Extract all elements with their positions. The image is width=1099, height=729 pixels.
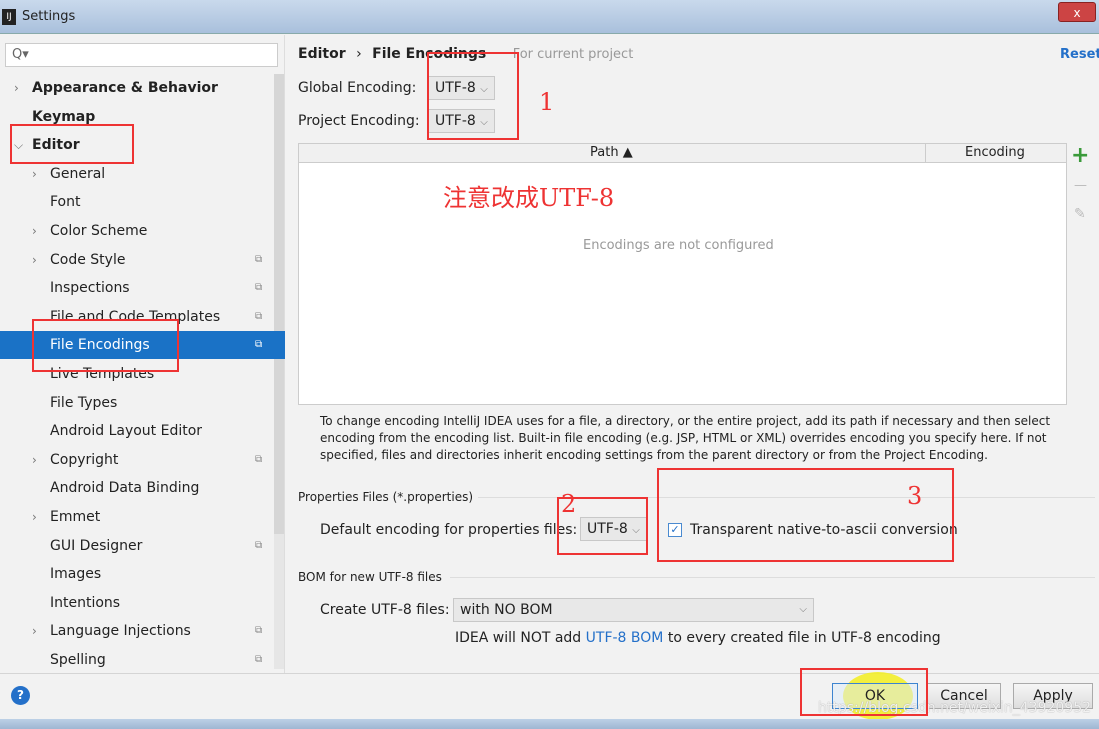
sidebar-item-android-data-binding[interactable]: Android Data Binding — [0, 474, 274, 502]
sidebar-item-label: Color Scheme — [50, 223, 148, 239]
sidebar-item-label: Copyright — [50, 451, 119, 468]
sidebar-item-label: Emmet — [50, 509, 101, 525]
edit-icon[interactable]: ✎ — [1074, 206, 1086, 222]
properties-encoding-label: Default encoding for properties files: — [320, 522, 578, 538]
sidebar-item-gui-designer[interactable]: GUI Designer ⧉ — [0, 532, 274, 560]
annotation-box-file-encodings — [32, 319, 179, 372]
annotation-box-ok — [800, 668, 928, 716]
sidebar-item-code-style[interactable]: › Code Style ⧉ — [0, 246, 274, 274]
search-input[interactable]: Q▾ — [5, 43, 278, 67]
reset-link[interactable]: Reset — [1060, 47, 1099, 62]
annotation-note: 注意改成UTF-8 — [443, 184, 615, 212]
sidebar-item-label: Android Layout Editor — [50, 423, 203, 440]
sidebar-item-android-layout-editor[interactable]: Android Layout Editor — [0, 417, 274, 445]
sidebar-item-images[interactable]: Images — [0, 560, 274, 588]
bom-note-text: to every created file in UTF-8 encoding — [663, 630, 941, 646]
annotation-3: 3 — [907, 482, 923, 510]
annotation-box-1 — [427, 52, 519, 140]
intellij-logo-icon: IJ — [2, 9, 16, 25]
bom-note-text: IDEA will NOT add — [455, 630, 586, 646]
global-encoding-label: Global Encoding: — [298, 80, 417, 96]
sidebar-item-inspections[interactable]: Inspections ⧉ — [0, 274, 274, 302]
sidebar-item-label: Spelling — [50, 652, 106, 668]
properties-section-title: Properties Files (*.properties) — [298, 490, 474, 504]
title-bar — [0, 0, 1099, 34]
project-scope-icon: ⧉ — [255, 654, 263, 665]
sidebar-item-spelling[interactable]: Spelling ⧉ — [0, 646, 274, 674]
breadcrumb-parent[interactable]: Editor — [298, 46, 346, 62]
annotation-1: 1 — [539, 88, 555, 116]
sidebar-item-label: GUI Designer — [50, 537, 143, 554]
chevron-right-icon[interactable]: › — [32, 503, 37, 531]
chevron-right-icon[interactable]: › — [32, 617, 37, 645]
help-button[interactable]: ? — [11, 686, 30, 705]
column-encoding[interactable]: Encoding — [965, 145, 1025, 160]
bom-note: IDEA will NOT add UTF-8 BOM to every cre… — [455, 630, 941, 646]
column-path[interactable]: Path ▲ — [590, 145, 633, 160]
window-bottom-edge — [0, 719, 1099, 729]
window-title: Settings — [22, 9, 76, 24]
divider — [450, 577, 1095, 578]
project-scope-icon: ⧉ — [255, 625, 263, 637]
sidebar-item-label: File Types — [50, 394, 118, 411]
sidebar-item-copyright[interactable]: › Copyright ⧉ — [0, 446, 274, 474]
sidebar-item-intentions[interactable]: Intentions — [0, 589, 274, 617]
sidebar-item-label: Android Data Binding — [50, 480, 200, 497]
chevron-right-icon[interactable]: › — [14, 74, 19, 102]
sidebar-item-emmet[interactable]: › Emmet — [0, 503, 274, 531]
remove-icon[interactable]: — — [1074, 178, 1087, 193]
help-text: To change encoding IntelliJ IDEA uses fo… — [320, 414, 1051, 462]
annotation-box-editor — [10, 124, 134, 164]
close-button[interactable]: x — [1058, 2, 1096, 22]
sidebar-item-label: Code Style — [50, 251, 126, 268]
sidebar-item-font[interactable]: Font — [0, 188, 274, 216]
sidebar-item-file-types[interactable]: File Types — [0, 389, 274, 417]
project-encoding-label: Project Encoding: — [298, 113, 420, 129]
add-icon[interactable]: + — [1071, 143, 1089, 168]
empty-table-text: Encodings are not configured — [583, 238, 774, 253]
sidebar-item-label: Font — [50, 194, 81, 211]
sidebar-item-color-scheme[interactable]: › Color Scheme — [0, 217, 274, 245]
bom-section-title: BOM for new UTF-8 files — [298, 570, 442, 584]
sidebar-item-language-injections[interactable]: › Language Injections ⧉ — [0, 617, 274, 645]
encodings-table[interactable] — [298, 143, 1067, 405]
bom-value: with NO BOM — [460, 602, 553, 618]
chevron-down-icon: ⌵ — [799, 604, 807, 615]
project-scope-icon: ⧉ — [255, 453, 263, 465]
project-scope-icon: ⧉ — [255, 310, 263, 322]
chevron-right-icon[interactable]: › — [32, 246, 37, 274]
utf8-bom-link[interactable]: UTF-8 BOM — [586, 630, 664, 646]
sidebar-item-appearance-behavior[interactable]: › Appearance & Behavior — [0, 74, 274, 102]
annotation-2: 2 — [561, 490, 577, 518]
breadcrumb-separator: › — [356, 46, 362, 62]
sidebar-item-label: Inspections — [50, 280, 130, 297]
sidebar-item-label: Images — [50, 566, 102, 583]
project-scope-icon: ⧉ — [255, 539, 263, 551]
chevron-right-icon[interactable]: › — [32, 446, 37, 474]
scrollbar-thumb[interactable] — [274, 74, 284, 534]
divider — [0, 673, 1099, 674]
sidebar-item-label: Intentions — [50, 594, 121, 611]
project-scope-icon: ⧉ — [255, 282, 263, 294]
sidebar-item-label: Appearance & Behavior — [32, 80, 218, 96]
sidebar-item-label: Language Injections — [50, 623, 191, 640]
bom-dropdown[interactable]: with NO BOM ⌵ — [453, 598, 814, 622]
table-header — [298, 143, 1067, 163]
column-divider — [925, 143, 926, 163]
scope-note: For current project — [512, 47, 634, 62]
bom-label: Create UTF-8 files: — [320, 602, 450, 618]
chevron-right-icon[interactable]: › — [32, 217, 37, 245]
project-scope-icon: ⧉ — [255, 339, 263, 351]
project-scope-icon: ⧉ — [255, 253, 263, 265]
